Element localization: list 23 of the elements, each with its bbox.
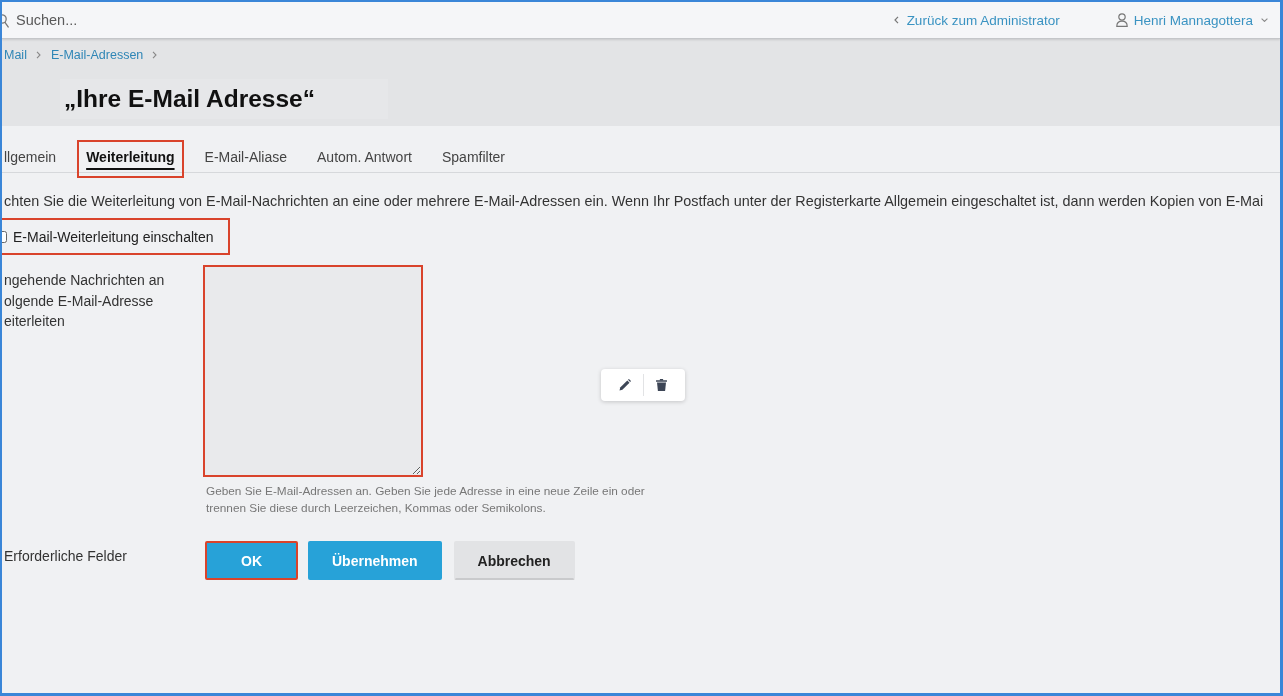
user-name: Henri Mannagottera	[1133, 12, 1253, 28]
tab[interactable]: Weiterleitung	[77, 140, 184, 178]
pencil-icon	[619, 379, 631, 391]
tab[interactable]: llgemein	[2, 140, 66, 178]
tab[interactable]: Autom. Antwort	[308, 140, 421, 178]
chevron-right-icon	[152, 51, 158, 59]
page-title: „Ihre E-Mail Adresse“	[64, 85, 315, 113]
required-fields-note: Erforderliche Felder	[3, 547, 128, 564]
forwarding-checkbox[interactable]: E-Mail-Weiterleitung einschalten	[2, 218, 230, 255]
address-textarea[interactable]	[203, 265, 423, 477]
trash-icon	[656, 379, 667, 391]
cancel-button[interactable]: Abbrechen	[453, 541, 575, 580]
user-icon	[1115, 13, 1128, 27]
chevron-right-icon	[35, 51, 41, 59]
chevron-down-icon	[1261, 18, 1268, 22]
search-field[interactable]: Suchen...	[16, 12, 276, 28]
tab[interactable]: Spamfilter	[432, 140, 514, 178]
search-icon	[2, 14, 9, 28]
field-label: ngehende Nachrichten an olgende E-Mail-Adresse eiterleiten	[3, 271, 166, 331]
tab[interactable]: E-Mail-Aliase	[195, 140, 297, 178]
description-text: chten Sie die Weiterleitung von E-Mail-Nachrichten an eine oder mehrere E-Mail-Adressen ein. Wenn Ihr Postfach unter der Registerkarte Allgemein eingeschaltet ist, dann werden Kopien von E-Mai	[4, 193, 1265, 209]
chevron-left-icon	[893, 16, 899, 24]
field-hint: Geben Sie E-Mail-Adressen an. Geben Sie jede Adresse in eine neue Zeile ein oder trennen Sie diese durch Leerzeichen, Kommas oder Semikolons.	[206, 483, 646, 517]
